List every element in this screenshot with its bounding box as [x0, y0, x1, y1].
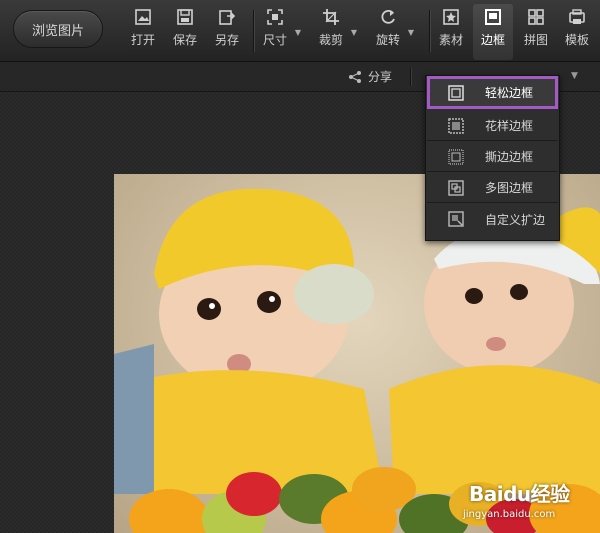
save-icon: [177, 9, 193, 25]
share-button[interactable]: 分享: [348, 68, 392, 85]
browse-images-button[interactable]: 浏览图片: [13, 10, 103, 48]
watermark-main-text: Baidu经验: [469, 482, 570, 506]
template-button[interactable]: 模板: [565, 8, 589, 58]
torn-border-icon: [448, 148, 464, 165]
menu-item-custom-expand[interactable]: 自定义扩边: [427, 204, 558, 234]
collage-icon: [528, 9, 544, 25]
menu-item-label: 撕边边框: [485, 150, 534, 164]
save-as-label: 另存: [215, 33, 240, 47]
rotate-button[interactable]: 旋转 ▼: [376, 8, 414, 58]
save-as-icon: [219, 10, 236, 25]
material-icon: [443, 9, 459, 25]
resize-icon: [267, 9, 283, 25]
toolbar-separator: [253, 10, 254, 52]
template-icon: [569, 9, 585, 24]
save-label: 保存: [173, 33, 198, 47]
rotate-icon: [381, 9, 395, 24]
save-as-button[interactable]: 另存: [215, 8, 239, 58]
menu-item-label: 多图边框: [485, 181, 534, 195]
border-dropdown-menu: 轻松边框 花样边框 撕边边框 多图边框 自定义扩边: [425, 75, 560, 241]
watermark-url-text: jingyan.baidu.com: [463, 509, 556, 520]
toolbar-separator: [429, 10, 430, 52]
border-icon: [485, 9, 501, 25]
fancy-border-icon: [448, 117, 464, 134]
resize-label: 尺寸: [263, 33, 288, 47]
menu-item-torn-border[interactable]: 撕边边框: [427, 142, 558, 172]
share-label: 分享: [368, 70, 393, 84]
subbar-dropdown-icon[interactable]: ▼: [571, 71, 578, 81]
open-icon: [135, 9, 151, 25]
baidu-jingyan-watermark: Baidu经验 jingyan.baidu.com: [463, 470, 598, 530]
template-label: 模板: [565, 33, 590, 47]
collage-label: 拼图: [524, 33, 549, 47]
crop-button[interactable]: 裁剪 ▼: [319, 8, 357, 58]
menu-item-label: 轻松边框: [485, 86, 534, 100]
resize-dropdown-icon[interactable]: ▼: [295, 28, 301, 37]
share-icon: [349, 70, 361, 83]
material-button[interactable]: 素材: [439, 8, 463, 58]
collage-button[interactable]: 拼图: [524, 8, 548, 58]
multi-photo-border-icon: [448, 179, 464, 196]
open-button[interactable]: 打开: [131, 8, 155, 58]
rotate-dropdown-icon[interactable]: ▼: [408, 28, 414, 37]
rotate-label: 旋转: [376, 33, 401, 47]
custom-expand-icon: [448, 211, 464, 227]
open-label: 打开: [131, 33, 156, 47]
menu-item-simple-border[interactable]: 轻松边框: [427, 76, 558, 109]
menu-item-label: 花样边框: [485, 119, 534, 133]
material-label: 素材: [439, 33, 464, 47]
simple-border-icon: [448, 84, 464, 101]
crop-label: 裁剪: [319, 33, 344, 47]
border-label: 边框: [480, 33, 505, 47]
save-button[interactable]: 保存: [173, 8, 197, 58]
crop-dropdown-icon[interactable]: ▼: [351, 28, 357, 37]
border-button[interactable]: 边框: [473, 4, 513, 60]
menu-item-label: 自定义扩边: [485, 212, 546, 227]
subbar-separator: [410, 68, 411, 86]
menu-item-multi-photo-border[interactable]: 多图边框: [427, 173, 558, 203]
crop-icon: [323, 9, 339, 25]
menu-item-fancy-border[interactable]: 花样边框: [427, 111, 558, 141]
resize-button[interactable]: 尺寸 ▼: [263, 8, 301, 58]
main-toolbar: 浏览图片 打开 保存 另存 尺寸 ▼ 裁剪 ▼ 旋转 ▼ 素材 边框 拼图 模板: [0, 0, 600, 62]
